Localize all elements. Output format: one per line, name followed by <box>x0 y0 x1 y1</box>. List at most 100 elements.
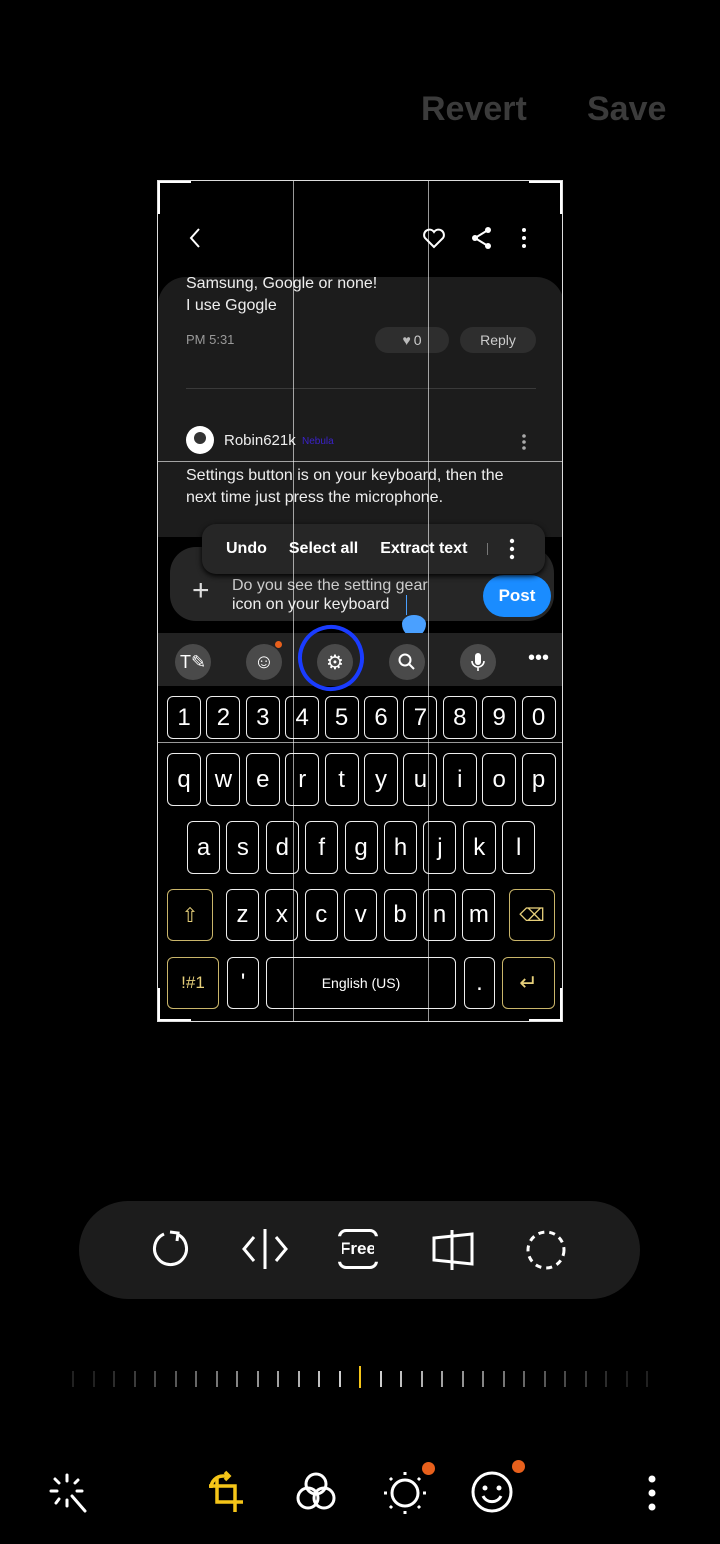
lasso-icon[interactable] <box>525 1229 567 1271</box>
slider-tick <box>195 1371 197 1387</box>
extract-text-item[interactable]: Extract text <box>380 540 467 558</box>
key-3[interactable]: 3 <box>245 696 280 739</box>
rotate-icon[interactable] <box>150 1229 192 1271</box>
key-w[interactable]: w <box>206 753 241 806</box>
slider-tick <box>625 1371 628 1387</box>
slider-tick <box>72 1371 74 1387</box>
context-more-icon[interactable] <box>508 538 516 560</box>
key-0[interactable]: 0 <box>521 696 556 739</box>
key-q[interactable]: q <box>167 753 201 806</box>
more-icon[interactable] <box>520 227 528 249</box>
revert-button[interactable]: Revert <box>421 90 527 129</box>
emoji-icon[interactable]: ☺ <box>246 644 282 680</box>
crop-handle[interactable] <box>529 181 562 214</box>
back-icon[interactable] <box>186 227 206 249</box>
brightness-icon[interactable] <box>382 1470 428 1516</box>
key-6[interactable]: 6 <box>364 696 398 739</box>
slider-tick <box>379 1371 382 1387</box>
key-4[interactable]: 4 <box>285 696 320 739</box>
key-k[interactable]: k <box>462 821 496 874</box>
add-icon[interactable]: + <box>192 576 210 606</box>
key-v[interactable]: v <box>344 889 378 941</box>
like-button[interactable]: ♥ 0 <box>375 327 449 353</box>
key-u[interactable]: u <box>403 753 438 806</box>
key-c[interactable]: c <box>304 889 338 941</box>
slider-tick <box>154 1371 156 1387</box>
key-2[interactable]: 2 <box>206 696 241 739</box>
slider-indicator <box>359 1366 361 1388</box>
share-icon[interactable] <box>470 226 494 250</box>
microphone-icon[interactable] <box>460 644 496 680</box>
key-o[interactable]: o <box>482 753 517 806</box>
comment-more-icon[interactable] <box>520 433 528 451</box>
key-e[interactable]: e <box>245 753 280 806</box>
key-f[interactable]: f <box>305 821 339 874</box>
slider-tick <box>133 1371 136 1387</box>
divider <box>186 388 536 389</box>
slider-tick <box>215 1371 218 1387</box>
crop-handle[interactable] <box>529 988 562 1021</box>
grid-line <box>428 181 429 1021</box>
key-i[interactable]: i <box>442 753 477 806</box>
slider-tick <box>420 1371 423 1387</box>
flip-icon[interactable] <box>240 1227 290 1271</box>
key-p[interactable]: p <box>521 753 556 806</box>
key-m[interactable]: m <box>462 889 496 941</box>
more-icon[interactable] <box>646 1474 658 1512</box>
reply-button[interactable]: Reply <box>460 327 536 353</box>
text-edit-icon[interactable]: T✎ <box>175 644 211 680</box>
shift-key[interactable]: ⇧ <box>167 889 213 941</box>
avatar[interactable] <box>186 426 214 454</box>
key-b[interactable]: b <box>383 889 417 941</box>
perspective-icon[interactable] <box>430 1228 476 1272</box>
backspace-key[interactable]: ⌫ <box>509 889 555 941</box>
crop-handle[interactable] <box>158 181 191 214</box>
notification-dot <box>275 641 282 648</box>
comment-text: Samsung, Google or none! <box>186 275 378 292</box>
free-aspect-icon[interactable]: Free <box>338 1229 378 1269</box>
crop-frame[interactable]: Samsung, Google or none! I use Ggogle PM… <box>157 180 563 1022</box>
crop-handle[interactable] <box>158 988 191 1021</box>
grid-line <box>158 742 562 743</box>
key-7[interactable]: 7 <box>403 696 438 739</box>
slider-tick <box>605 1371 607 1387</box>
select-all-item[interactable]: Select all <box>289 540 358 558</box>
key-t[interactable]: t <box>324 753 359 806</box>
crop-rotate-icon[interactable] <box>205 1470 249 1516</box>
like-count: 0 <box>413 332 422 348</box>
key-y[interactable]: y <box>364 753 398 806</box>
slider-tick <box>461 1371 464 1387</box>
compose-text-line1: Do you see the setting gear <box>232 577 428 594</box>
key-h[interactable]: h <box>384 821 417 874</box>
username[interactable]: Robin621k <box>224 432 296 449</box>
slider-tick <box>297 1371 300 1387</box>
comment-time: PM 5:31 <box>186 332 235 347</box>
notification-dot <box>422 1462 435 1475</box>
heart-icon[interactable] <box>422 227 446 249</box>
key-a[interactable]: a <box>187 821 220 874</box>
compose-text-line2[interactable]: icon on your keyboard <box>232 596 389 614</box>
undo-item[interactable]: Undo <box>226 540 267 558</box>
key-s[interactable]: s <box>226 821 260 874</box>
period-key[interactable]: . <box>464 957 495 1009</box>
filters-icon[interactable] <box>295 1470 337 1514</box>
text-cursor <box>406 595 407 615</box>
key-9[interactable]: 9 <box>482 696 517 739</box>
auto-enhance-icon[interactable] <box>48 1472 90 1514</box>
apostrophe-key[interactable]: ' <box>227 957 259 1009</box>
slider-tick <box>482 1371 484 1387</box>
key-r[interactable]: r <box>285 753 320 806</box>
decorations-icon[interactable] <box>470 1470 514 1514</box>
slider-tick <box>338 1371 341 1387</box>
search-icon[interactable] <box>389 644 425 680</box>
key-5[interactable]: 5 <box>324 696 359 739</box>
key-z[interactable]: z <box>226 889 259 941</box>
key-8[interactable]: 8 <box>442 696 477 739</box>
key-g[interactable]: g <box>344 821 378 874</box>
more-icon[interactable]: ••• <box>528 647 549 670</box>
backspace-icon: ⌫ <box>519 904 545 925</box>
key-1[interactable]: 1 <box>167 696 201 739</box>
save-button[interactable]: Save <box>587 90 666 129</box>
key-l[interactable]: l <box>502 821 536 874</box>
post-button[interactable]: Post <box>483 575 551 617</box>
